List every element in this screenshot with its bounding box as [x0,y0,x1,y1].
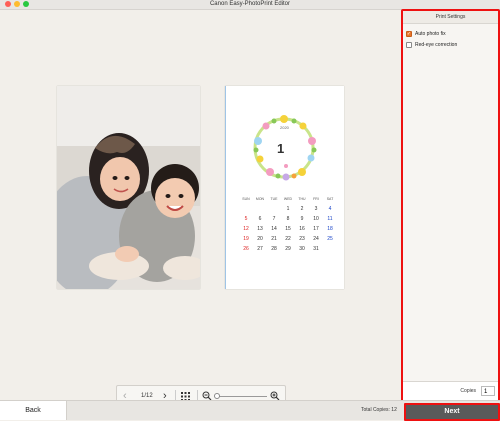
day-cell: 28 [271,246,277,252]
zoom-slider-track[interactable] [215,396,267,397]
calendar-month: 1 [277,141,285,156]
next-button[interactable]: Next [404,403,500,421]
calendar-week: 5 6 7 8 9 10 11 [240,214,336,224]
footer-bar: Back Total Copies: 12 Next [0,400,500,421]
day-cell: 1 [286,206,290,212]
day-cell: 8 [286,216,290,222]
day-cell: 3 [314,206,318,212]
day-cell: 30 [299,246,305,252]
day-cell: 16 [299,226,305,232]
auto-photo-fix-option[interactable]: ✓ Auto photo fix [406,31,446,37]
day-cell: 13 [257,226,263,232]
calendar-week: 19 20 21 22 23 24 25 [240,234,336,244]
total-copies: Total Copies: 12 [361,407,397,413]
day-cell: 7 [272,216,276,222]
day-cell: 26 [243,246,249,252]
weekday-label: WED [283,197,293,201]
weekday-header: SUN MON TUE WED THU FRI SAT [240,194,336,204]
day-cell: 27 [257,246,263,252]
calendar: 2020 1 SUN MON TUE WED THU FRI SAT 1 2 3… [226,86,344,289]
copies-label: Copies [460,388,476,394]
day-cell: 19 [243,236,249,242]
day-cell: 18 [327,226,333,232]
photo-page[interactable] [57,86,207,289]
day-cell: 10 [313,216,319,222]
day-cell: 6 [258,216,262,222]
option-label: Red-eye correction [415,42,458,48]
red-eye-correction-option[interactable]: Red-eye correction [406,42,457,48]
day-cell: 2 [300,206,304,212]
panel-title: Print Settings [403,11,498,24]
day-cell: 31 [313,246,319,252]
red-eye-correction-checkbox[interactable] [406,42,412,48]
preview-canvas: 2020 1 SUN MON TUE WED THU FRI SAT 1 2 3… [0,10,401,408]
day-cell: 4 [328,206,332,212]
day-cell: 25 [327,236,333,242]
day-cell: 23 [299,236,305,242]
weekday-label: SAT [326,197,334,201]
day-cell: 24 [313,236,319,242]
calendar-page[interactable]: 2020 1 SUN MON TUE WED THU FRI SAT 1 2 3… [225,86,344,289]
floral-wreath [253,115,317,181]
day-cell: 14 [271,226,277,232]
day-cell: 11 [327,216,333,222]
auto-photo-fix-checkbox[interactable]: ✓ [406,31,412,37]
day-cell: 5 [244,216,248,222]
zoom-slider-thumb[interactable] [214,393,220,399]
print-settings-panel: Print Settings ✓ Auto photo fix Red-eye … [401,9,500,402]
back-button[interactable]: Back [0,401,67,420]
day-cell: 9 [300,216,304,222]
calendar-year: 2020 [280,125,289,130]
calendar-grid: SUN MON TUE WED THU FRI SAT 1 2 3 4 5 6 … [240,194,336,254]
photo-image[interactable] [57,86,225,289]
day-cell: 12 [243,226,249,232]
weekday-label: THU [298,197,306,201]
weekday-label: TUE [270,197,278,201]
day-cell: 29 [285,246,291,252]
copies-section: Copies 1 [403,381,498,400]
weekday-label: SUN [242,197,250,201]
day-cell: 15 [285,226,291,232]
window-title: Canon Easy-PhotoPrint Editor [209,1,291,7]
day-cell: 17 [313,226,319,232]
option-label: Auto photo fix [415,31,446,37]
day-cell: 21 [271,236,277,242]
copies-input[interactable]: 1 [481,386,495,396]
calendar-week: 26 27 28 29 30 31 [240,244,336,254]
calendar-week: 12 13 14 15 16 17 18 [240,224,336,234]
calendar-week: 1 2 3 4 [240,204,336,214]
day-cell: 20 [257,236,263,242]
weekday-label: FRI [313,197,319,201]
weekday-label: MON [255,197,265,201]
day-cell: 22 [285,236,291,242]
